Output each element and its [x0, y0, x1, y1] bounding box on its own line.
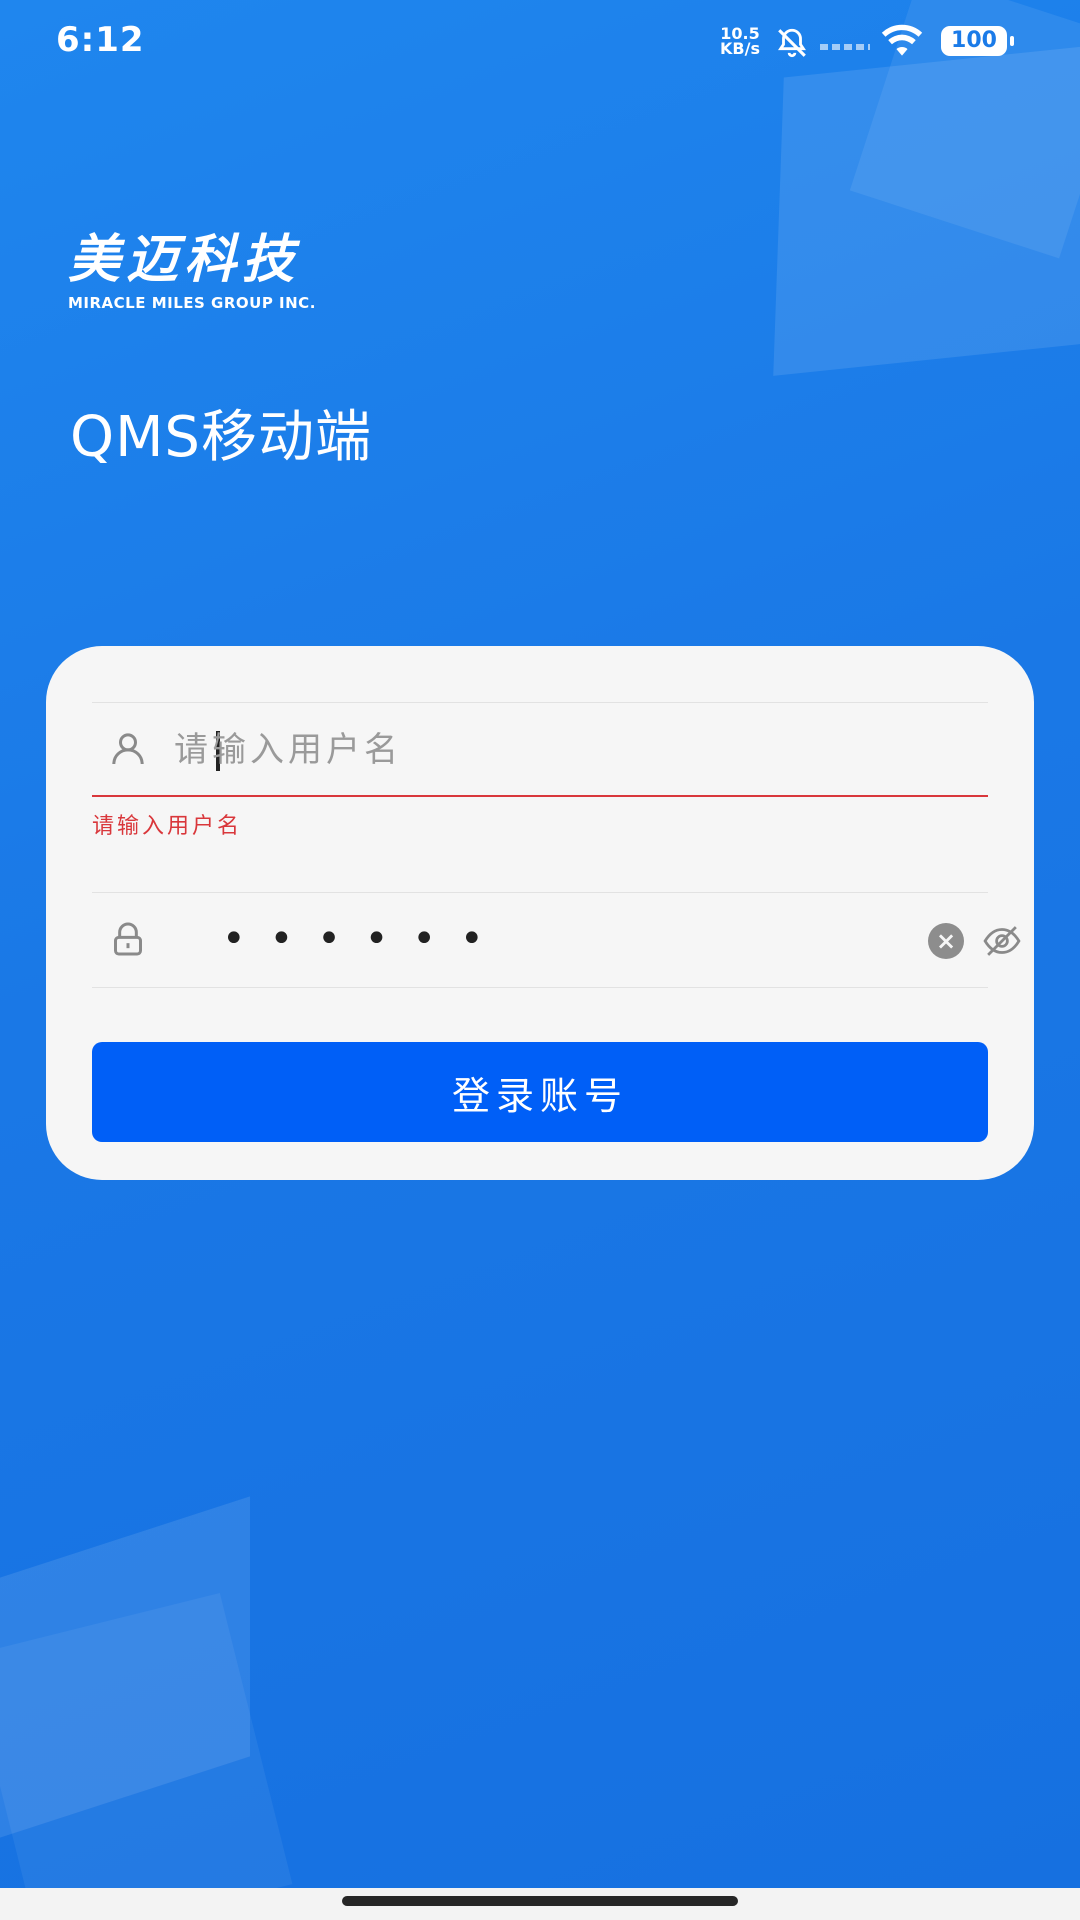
login-button[interactable]: 登录账号: [92, 1042, 988, 1142]
network-speed: 10.5 KB/s: [720, 26, 760, 58]
battery-icon: 100: [941, 26, 1014, 56]
logo-chinese-text: 美迈科技: [68, 230, 301, 290]
app-title: QMS移动端: [70, 405, 372, 470]
user-icon: [112, 733, 144, 765]
username-field[interactable]: [92, 702, 988, 797]
network-speed-unit: KB/s: [720, 39, 760, 58]
username-input[interactable]: [172, 717, 956, 783]
login-card: 请输入用户名 •••••• × 登录账号: [46, 646, 1034, 1180]
status-bar: 6:12 10.5 KB/s 100: [0, 0, 1080, 84]
status-time: 6:12: [56, 20, 145, 60]
eye-off-icon[interactable]: [982, 923, 1022, 959]
wifi-icon: [881, 24, 923, 56]
password-input[interactable]: ••••••: [222, 911, 508, 967]
bell-muted-icon: [778, 28, 806, 58]
lock-icon: [114, 922, 142, 956]
username-error-message: 请输入用户名: [92, 814, 243, 839]
signal-dots-icon: [820, 44, 870, 50]
company-logo: 美迈科技 MIRACLE MILES GROUP INC.: [68, 230, 316, 312]
logo-english-text: MIRACLE MILES GROUP INC.: [68, 294, 316, 312]
home-indicator[interactable]: [342, 1896, 738, 1906]
password-field[interactable]: •••••• ×: [92, 892, 1021, 988]
clear-password-icon[interactable]: ×: [928, 923, 964, 959]
